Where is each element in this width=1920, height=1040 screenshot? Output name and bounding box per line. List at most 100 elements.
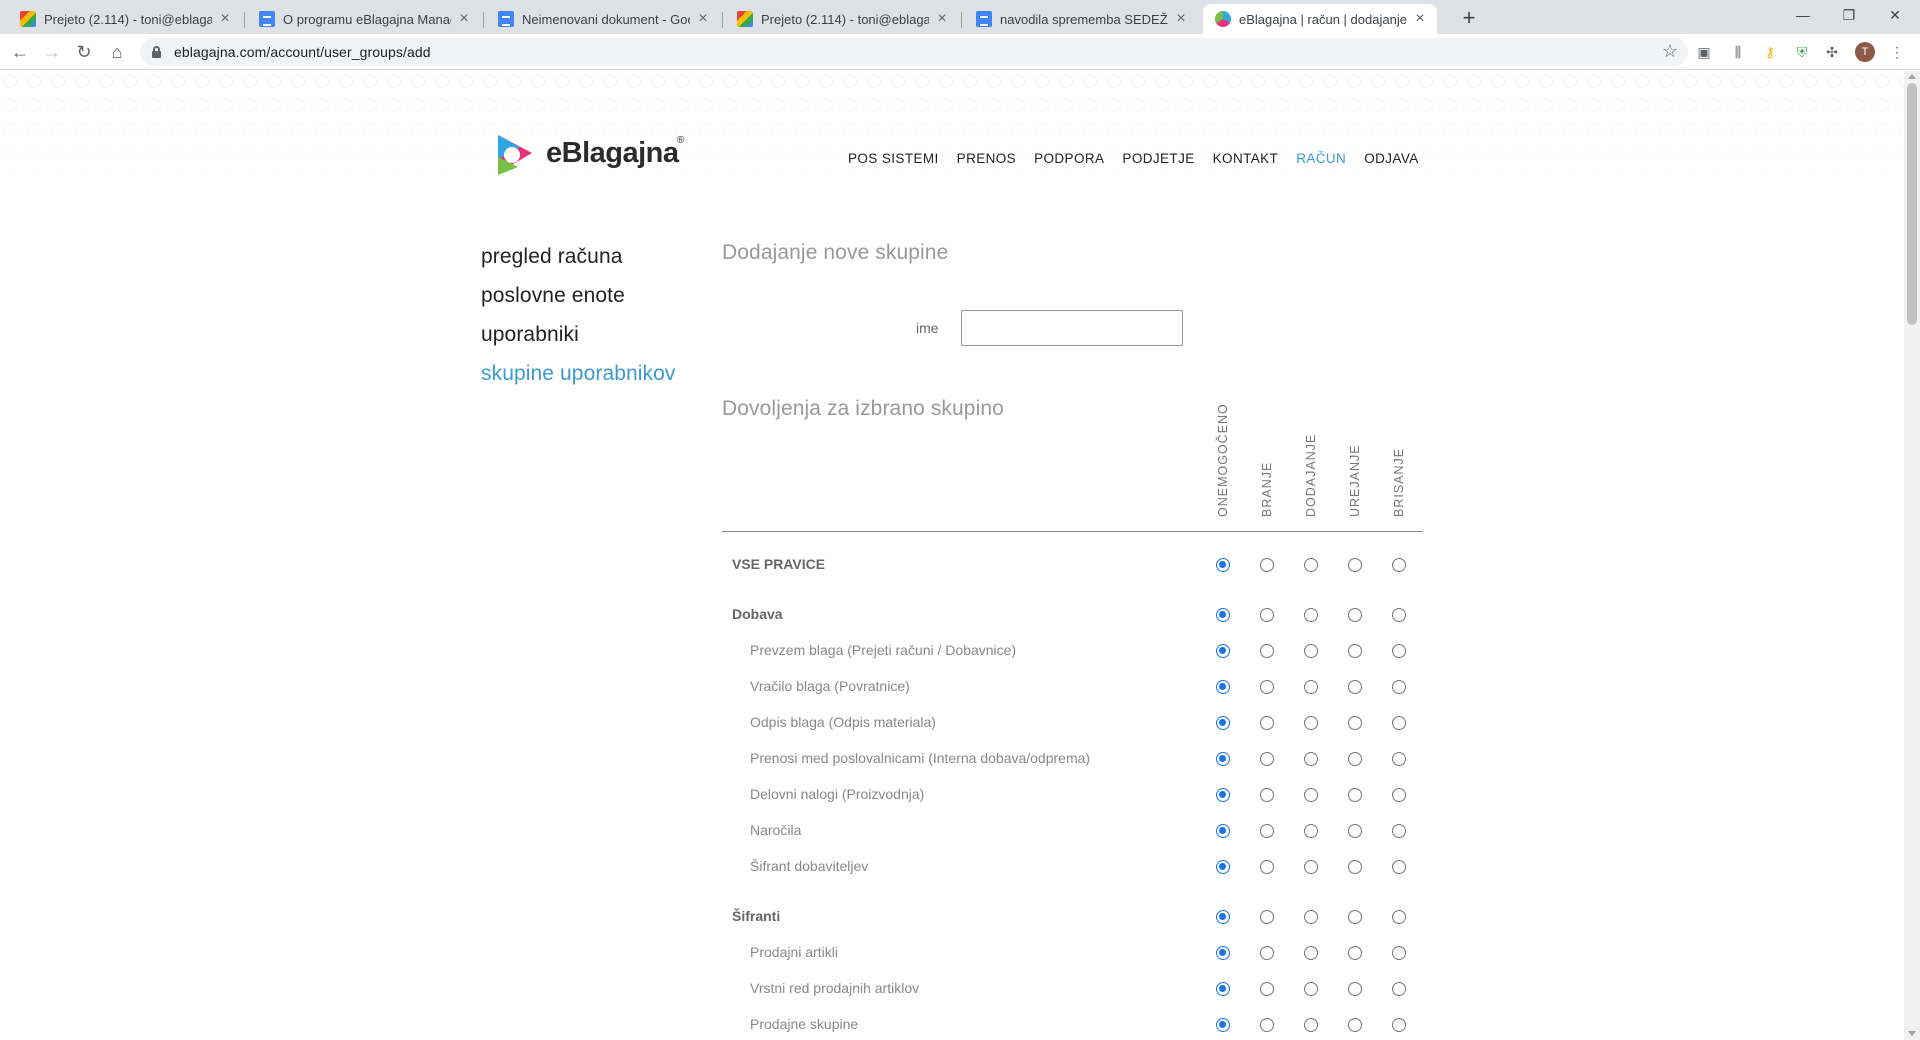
sidebar-item[interactable]: skupine uporabnikov [481,354,676,393]
permission-radio[interactable] [1392,608,1406,622]
browser-menu-icon[interactable]: ⋮ [1887,42,1907,62]
minimize-button[interactable]: — [1780,0,1826,30]
nav-link[interactable]: PRENOS [957,151,1016,166]
sidebar-item[interactable]: pregled računa [481,237,676,276]
browser-tab[interactable]: navodila sprememba SEDEŽA - G× [964,4,1198,34]
permission-radio[interactable] [1304,680,1318,694]
permission-radio[interactable] [1348,716,1362,730]
site-logo[interactable]: eBlagajna ® [488,129,688,183]
permission-radio[interactable] [1260,644,1274,658]
back-button[interactable]: ← [6,38,34,66]
nav-link[interactable]: KONTAKT [1213,151,1279,166]
permission-radio[interactable] [1260,680,1274,694]
extension-bars-icon[interactable]: ⫼ [1728,42,1748,62]
permission-radio[interactable] [1348,860,1362,874]
permission-radio[interactable] [1216,982,1230,996]
close-window-button[interactable]: ✕ [1872,0,1918,30]
permission-radio[interactable] [1216,608,1230,622]
permission-radio[interactable] [1392,644,1406,658]
address-bar[interactable]: eblagajna.com/account/user_groups/add ☆ [140,38,1688,66]
permission-radio[interactable] [1392,716,1406,730]
permission-radio[interactable] [1392,946,1406,960]
permission-radio[interactable] [1304,788,1318,802]
permission-radio[interactable] [1260,982,1274,996]
browser-tab[interactable]: Prejeto (2.114) - toni@eblagajna.× [8,4,242,34]
permission-radio[interactable] [1304,860,1318,874]
permission-radio[interactable] [1260,824,1274,838]
permission-radio[interactable] [1392,1018,1406,1032]
permission-radio[interactable] [1304,946,1318,960]
scroll-thumb[interactable] [1907,83,1917,325]
forward-button[interactable]: → [38,38,66,66]
permission-radio[interactable] [1304,558,1318,572]
permission-radio[interactable] [1216,558,1230,572]
permission-radio[interactable] [1260,788,1274,802]
scroll-down-arrow[interactable] [1908,1031,1916,1036]
permission-radio[interactable] [1216,680,1230,694]
sidebar-item[interactable]: uporabniki [481,315,676,354]
permission-radio[interactable] [1304,608,1318,622]
browser-tab[interactable]: Neimenovani dokument - Googl × [486,4,720,34]
tab-close-icon[interactable]: × [216,10,234,28]
browser-tab[interactable]: eBlagajna | račun | dodajanje nov× [1203,4,1437,34]
permission-radio[interactable] [1216,910,1230,924]
permission-radio[interactable] [1348,946,1362,960]
extensions-puzzle-icon[interactable]: ✣ [1822,42,1842,62]
permission-radio[interactable] [1260,860,1274,874]
permission-radio[interactable] [1304,824,1318,838]
permission-radio[interactable] [1216,1018,1230,1032]
group-name-input[interactable] [961,310,1183,346]
reload-button[interactable]: ↻ [70,38,98,66]
permission-radio[interactable] [1260,752,1274,766]
permission-radio[interactable] [1392,680,1406,694]
permission-radio[interactable] [1216,860,1230,874]
tab-close-icon[interactable]: × [1411,10,1429,28]
sidebar-item[interactable]: poslovne enote [481,276,676,315]
permission-radio[interactable] [1216,752,1230,766]
permission-radio[interactable] [1348,558,1362,572]
home-button[interactable]: ⌂ [103,38,131,66]
permission-radio[interactable] [1304,1018,1318,1032]
permission-radio[interactable] [1348,982,1362,996]
permission-radio[interactable] [1392,910,1406,924]
tab-close-icon[interactable]: × [1172,10,1190,28]
permission-radio[interactable] [1304,982,1318,996]
nav-link[interactable]: RAČUN [1296,151,1346,166]
permission-radio[interactable] [1304,752,1318,766]
permission-radio[interactable] [1348,824,1362,838]
nav-link[interactable]: ODJAVA [1364,151,1418,166]
new-tab-button[interactable]: + [1455,5,1483,33]
tab-close-icon[interactable]: × [694,10,712,28]
bookmark-star-icon[interactable]: ☆ [1662,41,1678,62]
permission-radio[interactable] [1348,788,1362,802]
restore-button[interactable]: ❐ [1826,0,1872,30]
extension-key-icon[interactable]: ⚷ [1760,42,1780,62]
permission-radio[interactable] [1304,644,1318,658]
permission-radio[interactable] [1216,946,1230,960]
permission-radio[interactable] [1392,558,1406,572]
profile-avatar[interactable]: T [1855,42,1875,62]
permission-radio[interactable] [1260,716,1274,730]
browser-tab[interactable]: Prejeto (2.114) - toni@eblagajna.× [725,4,959,34]
permission-radio[interactable] [1392,982,1406,996]
extension-shield-icon[interactable]: ⛨ [1792,42,1812,62]
permission-radio[interactable] [1216,644,1230,658]
permission-radio[interactable] [1348,1018,1362,1032]
permission-radio[interactable] [1348,752,1362,766]
nav-link[interactable]: POS SISTEMI [848,151,939,166]
permission-radio[interactable] [1260,946,1274,960]
permission-radio[interactable] [1304,716,1318,730]
permission-radio[interactable] [1260,1018,1274,1032]
permission-radio[interactable] [1216,824,1230,838]
permission-radio[interactable] [1260,910,1274,924]
permission-radio[interactable] [1304,910,1318,924]
tab-close-icon[interactable]: × [933,10,951,28]
page-scrollbar[interactable] [1904,71,1920,1040]
permission-radio[interactable] [1392,824,1406,838]
nav-link[interactable]: PODPORA [1034,151,1104,166]
permission-radio[interactable] [1348,680,1362,694]
permission-radio[interactable] [1260,558,1274,572]
permission-radio[interactable] [1348,644,1362,658]
permission-radio[interactable] [1392,860,1406,874]
permission-radio[interactable] [1348,608,1362,622]
